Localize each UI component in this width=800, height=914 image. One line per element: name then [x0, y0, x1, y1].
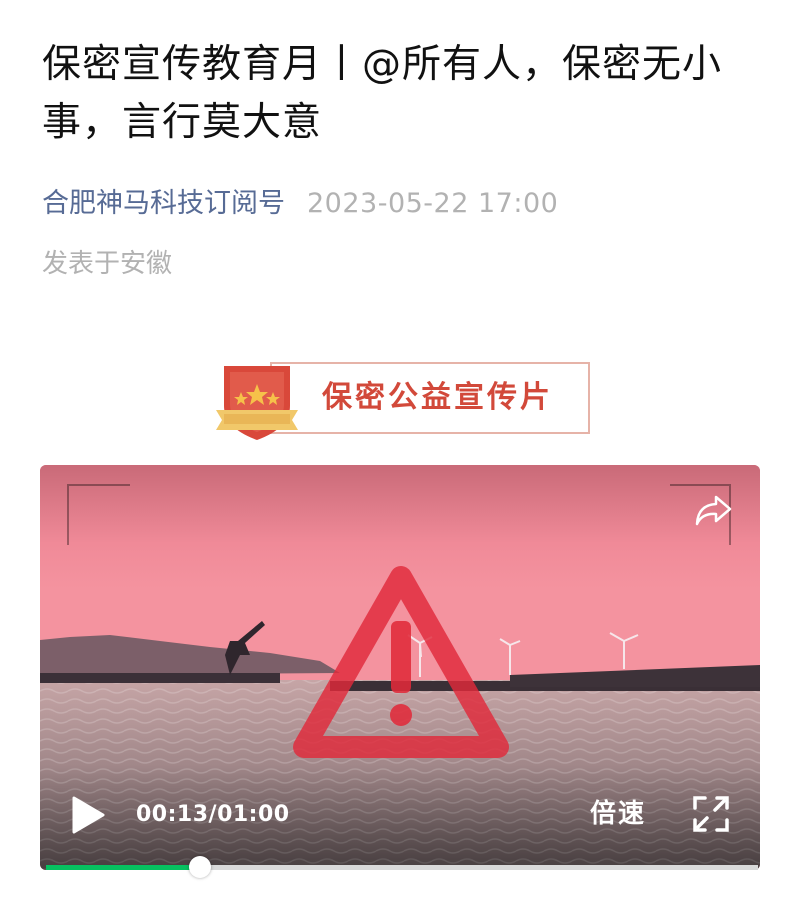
share-icon[interactable] [694, 493, 732, 527]
article-meta: 合肥神马科技订阅号 2023-05-22 17:00 [42, 186, 558, 222]
publish-location: 发表于安徽 [42, 249, 173, 279]
account-name-link[interactable]: 合肥神马科技订阅号 [42, 188, 285, 219]
video-progress-bar[interactable] [46, 856, 758, 878]
article-title: 保密宣传教育月丨@所有人，保密无小事，言行莫大意 [42, 42, 723, 145]
fullscreen-icon[interactable] [692, 795, 730, 833]
video-banner: 保密公益宣传片 [212, 358, 592, 440]
banner-frame: 保密公益宣传片 [270, 362, 590, 434]
publish-time: 2023-05-22 17:00 [307, 188, 559, 219]
video-player[interactable]: 00:13/01:00 倍速 [40, 465, 760, 870]
playback-speed-button[interactable]: 倍速 [590, 797, 646, 831]
progress-scrubber-handle[interactable] [189, 856, 212, 878]
play-icon[interactable] [68, 795, 108, 835]
warning-triangle-icon [293, 566, 509, 758]
banner-text: 保密公益宣传片 [322, 380, 553, 415]
shield-stars-icon [216, 366, 298, 440]
video-timecode: 00:13/01:00 [136, 802, 290, 827]
progress-played [46, 865, 201, 870]
